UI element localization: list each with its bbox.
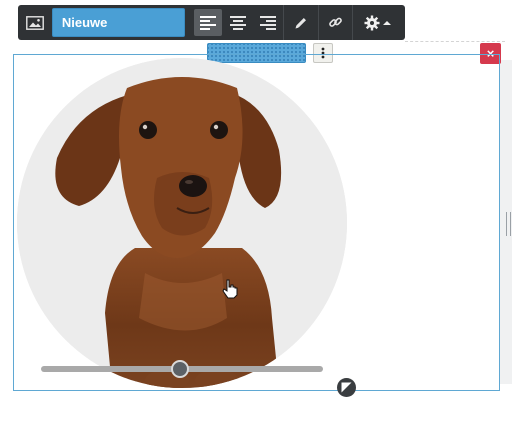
circular-image[interactable] — [17, 58, 347, 388]
align-left-icon — [200, 15, 217, 30]
edit-button[interactable] — [284, 9, 318, 36]
image-icon[interactable] — [22, 9, 48, 36]
image-toolbar: Nieuwe afbeelding — [18, 5, 405, 57]
link-icon — [329, 17, 342, 27]
hand-cursor-icon — [222, 279, 238, 299]
gear-icon — [364, 15, 380, 30]
rail-grip-handle[interactable] — [506, 212, 511, 236]
align-center-icon — [230, 15, 246, 30]
link-button[interactable] — [319, 9, 353, 36]
caret-up-icon — [382, 20, 391, 25]
align-center-button[interactable] — [224, 9, 252, 36]
align-right-button[interactable] — [254, 9, 282, 36]
zoom-slider-thumb[interactable] — [171, 360, 189, 378]
layout-guide-line — [405, 41, 505, 42]
align-left-button[interactable] — [194, 9, 223, 36]
resize-icon — [341, 382, 352, 393]
align-right-icon — [259, 15, 276, 30]
new-image-button[interactable]: Nieuwe afbeelding — [51, 8, 186, 57]
pencil-icon — [295, 17, 306, 28]
resize-handle[interactable] — [337, 378, 356, 397]
settings-button[interactable] — [353, 9, 401, 36]
